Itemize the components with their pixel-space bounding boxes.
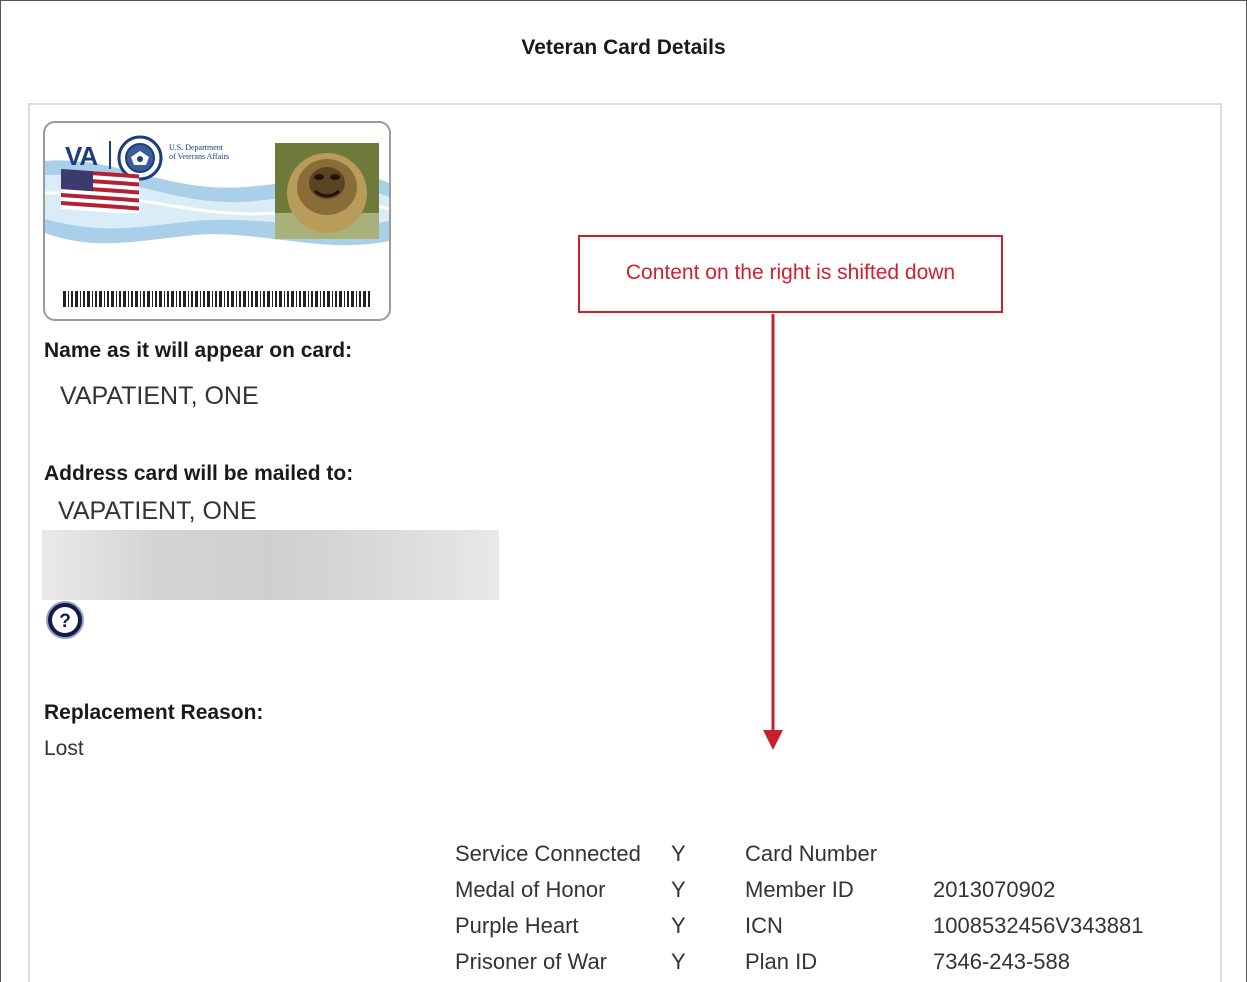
replacement-reason-label: Replacement Reason: [44,701,264,724]
address-name-value: VAPATIENT, ONE [58,497,257,525]
question-mark-icon[interactable]: ? [45,600,85,640]
replacement-reason-value: Lost [44,737,84,760]
annotation-callout: Content on the right is shifted down [578,235,1003,313]
page-title: Veteran Card Details [521,36,726,59]
field-label: ICN [745,913,783,938]
field-label: Member ID [745,877,854,902]
name-value: VAPATIENT, ONE [60,382,259,410]
flag-value: Y [671,913,686,938]
arrow-down-icon [763,314,783,750]
flag-label: Service Connected [455,841,641,866]
department-line-1: U.S. Department [169,143,223,152]
flag-label: Prisoner of War [455,949,608,974]
department-name: U.S. Department of Veterans Affairs [169,143,229,161]
card-details-table: Service Connected Y Card Number Medal of… [455,836,1173,980]
svg-text:?: ? [59,611,71,632]
us-flag-icon [61,169,139,213]
table-row: Medal of Honor Y Member ID 2013070902 [455,872,1173,908]
table-row: Purple Heart Y ICN 1008532456V343881 [455,908,1173,944]
flag-value: Y [671,841,686,866]
card-barcode [63,291,370,307]
field-value: 2013070902 [933,877,1056,902]
flag-value: Y [671,877,686,902]
flag-label: Purple Heart [455,913,579,938]
veteran-photo [275,143,379,239]
department-line-2: of Veterans Affairs [169,152,230,161]
flag-label: Medal of Honor [455,877,606,902]
annotation-text: Content on the right is shifted down [625,261,956,284]
va-logo: VA [65,141,98,171]
table-row: Prisoner of War Y Plan ID 7346-243-588 [455,944,1173,980]
field-value: 1008532456V343881 [933,913,1144,938]
address-redacted-block [42,530,499,600]
address-label: Address card will be mailed to: [44,462,354,485]
field-label: Plan ID [745,949,818,974]
flag-value: Y [671,949,686,974]
field-label: Card Number [745,841,878,866]
veteran-card-preview: VA U.S. Department of Veterans Affairs [43,121,391,321]
name-label: Name as it will appear on card: [44,339,353,362]
field-value: 7346-243-588 [933,949,1071,974]
table-row: Service Connected Y Card Number [455,836,1173,872]
logo-divider [109,141,111,169]
field-value [933,836,1173,872]
